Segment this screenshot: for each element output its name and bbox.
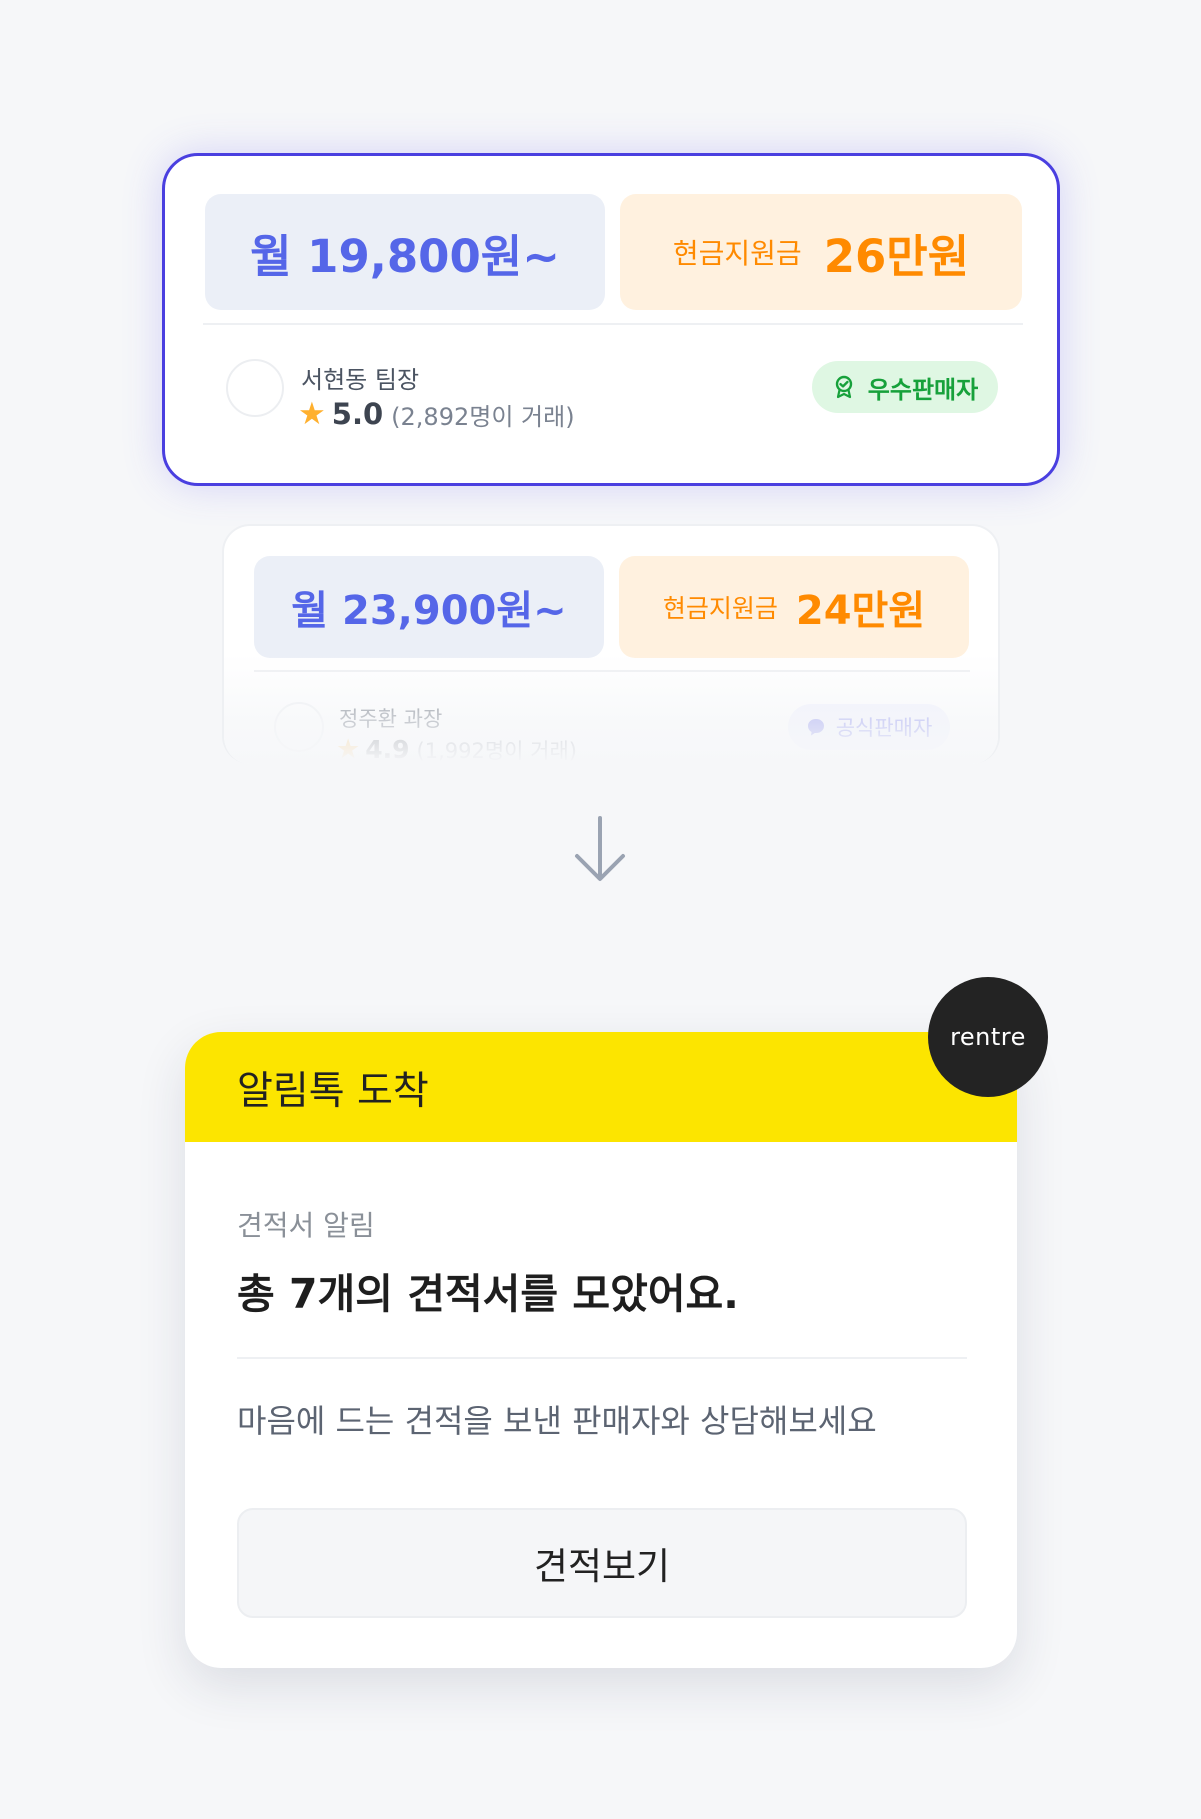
award-ribbon-icon <box>835 375 852 399</box>
star-icon: ★ <box>298 396 326 432</box>
notification-card: 알림톡 도착 견적서 알림 총 7개의 견적서를 모았어요. 마음에 드는 견적… <box>185 1032 1017 1668</box>
rating-count: (2,892명이 거래) <box>391 402 575 431</box>
quote-card[interactable]: 월 23,900원~ 현금지원금 24만원 정주환 과장 ★ 4.9 (1,99… <box>222 524 1000 764</box>
star-icon: ★ <box>336 734 361 764</box>
quote-card-selected[interactable]: 월 19,800원~ 현금지원금 26만원 서현동 팀장 ★ 5.0 (2,89… <box>162 153 1060 486</box>
notification-divider <box>237 1357 967 1359</box>
badge-label: 우수판매자 <box>867 375 979 404</box>
cash-support: 현금지원금 24만원 <box>619 556 969 658</box>
notification-subtitle: 견적서 알림 <box>237 1209 375 1242</box>
brand-logo-text: rentre <box>950 1023 1026 1051</box>
top-seller-badge: 우수판매자 <box>812 361 998 413</box>
rating-score: 5.0 <box>331 397 384 431</box>
seller-name: 서현동 팀장 <box>301 366 420 394</box>
cash-support: 현금지원금 26만원 <box>620 194 1022 310</box>
rating-count: (1,992명이 거래) <box>416 738 577 763</box>
seller-rating: ★ 4.9 (1,992명이 거래) <box>336 734 577 764</box>
brand-logo: rentre <box>928 977 1048 1097</box>
card-divider <box>254 670 970 672</box>
monthly-price: 월 23,900원~ <box>254 556 604 658</box>
card-divider <box>203 323 1023 325</box>
seller-rating: ★ 5.0 (2,892명이 거래) <box>298 396 575 432</box>
cash-support-label: 현금지원금 <box>672 237 802 270</box>
official-seller-badge: 공식판매자 <box>788 704 950 750</box>
notification-header-title: 알림톡 도착 <box>237 1069 429 1114</box>
cash-support-label: 현금지원금 <box>662 594 778 623</box>
avatar <box>274 702 324 752</box>
notification-body: 마음에 드는 견적을 보낸 판매자와 상담해보세요 <box>237 1402 877 1440</box>
rating-score: 4.9 <box>365 735 410 764</box>
monthly-price: 월 19,800원~ <box>205 194 605 310</box>
avatar <box>226 359 284 417</box>
notification-title: 총 7개의 견적서를 모았어요. <box>237 1270 739 1318</box>
chat-bubble-icon <box>807 719 824 736</box>
cash-support-value: 26만원 <box>823 229 970 283</box>
cash-support-value: 24만원 <box>795 588 926 634</box>
arrow-down-icon <box>575 816 625 881</box>
view-quotes-button[interactable]: 견적보기 <box>237 1508 967 1618</box>
seller-name: 정주환 과장 <box>339 707 443 731</box>
badge-label: 공식판매자 <box>835 716 933 740</box>
